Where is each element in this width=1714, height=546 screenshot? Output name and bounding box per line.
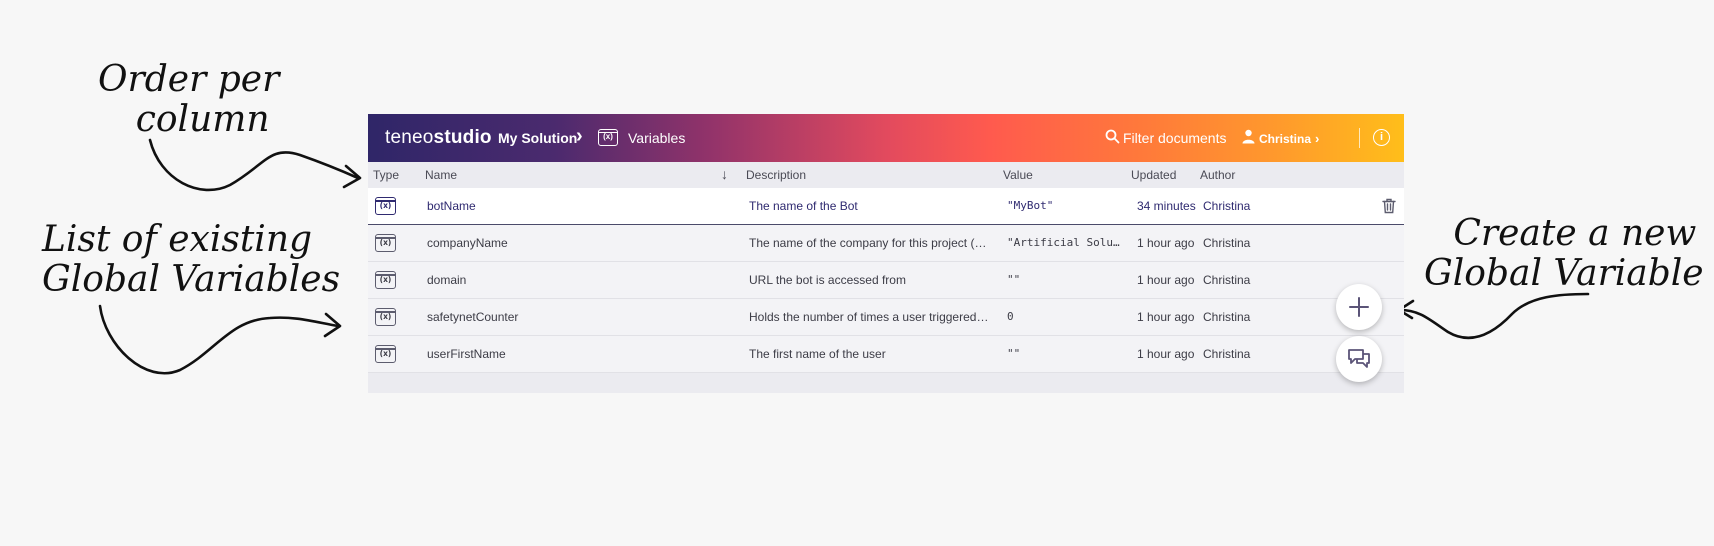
- row-description: Holds the number of times a user trigger…: [749, 310, 989, 324]
- row-name: companyName: [427, 236, 508, 250]
- column-author[interactable]: Author: [1200, 168, 1235, 182]
- sort-arrow-icon[interactable]: ↓: [721, 166, 728, 182]
- arrow-order: [148, 138, 360, 192]
- row-description: The name of the Bot: [749, 199, 858, 213]
- variable-icon: (x): [375, 308, 396, 326]
- row-description: URL the bot is accessed from: [749, 273, 906, 287]
- row-author: Christina: [1203, 236, 1251, 250]
- row-value: "": [1007, 273, 1021, 286]
- row-value: "MyBot": [1007, 199, 1054, 212]
- user-icon: [1242, 129, 1255, 144]
- user-menu[interactable]: Christina ›: [1242, 129, 1320, 146]
- row-value: "": [1007, 347, 1021, 360]
- column-value[interactable]: Value: [1003, 168, 1033, 182]
- filter-documents-button[interactable]: Filter documents: [1105, 129, 1227, 146]
- table-row[interactable]: (x) botName The name of the Bot "MyBot" …: [368, 188, 1404, 225]
- row-updated: 1 hour ago: [1137, 273, 1195, 287]
- row-name: domain: [427, 273, 467, 287]
- variable-icon: (x): [375, 197, 396, 215]
- table-row[interactable]: (x) domain URL the bot is accessed from …: [368, 262, 1404, 299]
- column-name[interactable]: Name: [425, 168, 457, 182]
- row-author: Christina: [1203, 310, 1251, 324]
- arrow-list: [98, 304, 340, 375]
- row-name: botName: [427, 199, 476, 213]
- chat-button[interactable]: [1336, 336, 1382, 382]
- row-author: Christina: [1203, 347, 1251, 361]
- chat-icon: [1348, 349, 1370, 368]
- row-author: Christina: [1203, 199, 1251, 213]
- row-updated: 1 hour ago: [1137, 347, 1195, 361]
- chevron-right-icon: ›: [1315, 131, 1320, 146]
- row-updated: 34 minutes: [1137, 199, 1196, 213]
- filter-documents-label: Filter documents: [1123, 130, 1227, 146]
- row-updated: 1 hour ago: [1137, 236, 1195, 250]
- variable-icon: (x): [375, 271, 396, 289]
- column-updated[interactable]: Updated: [1131, 168, 1176, 182]
- row-value: "Artificial Solut...: [1007, 236, 1125, 249]
- arrow-create: [1398, 292, 1590, 340]
- app-window: teneostudio My Solution › (x) Variables …: [368, 114, 1404, 393]
- brand-light: teneo: [385, 127, 434, 148]
- row-updated: 1 hour ago: [1137, 310, 1195, 324]
- header-divider: [1359, 128, 1360, 148]
- table-row[interactable]: (x) userFirstName The first name of the …: [368, 336, 1404, 373]
- breadcrumb-page: Variables: [628, 130, 686, 146]
- plus-icon: [1349, 297, 1369, 317]
- variable-icon: (x): [375, 234, 396, 252]
- row-description: The first name of the user: [749, 347, 886, 361]
- row-name: safetynetCounter: [427, 310, 519, 324]
- table-row[interactable]: (x) safetynetCounter Holds the number of…: [368, 299, 1404, 336]
- add-variable-button[interactable]: [1336, 284, 1382, 330]
- brand-logo[interactable]: teneostudio: [385, 127, 492, 149]
- info-icon[interactable]: i: [1373, 129, 1390, 146]
- user-name: Christina: [1259, 132, 1312, 146]
- table-row[interactable]: (x) companyName The name of the company …: [368, 225, 1404, 262]
- variable-icon: (x): [598, 129, 618, 146]
- table-header: Type Name ↓ Description Value Updated Au…: [368, 162, 1404, 188]
- column-description[interactable]: Description: [746, 168, 806, 182]
- search-icon: [1105, 129, 1120, 144]
- row-author: Christina: [1203, 273, 1251, 287]
- top-bar: teneostudio My Solution › (x) Variables …: [368, 114, 1404, 162]
- brand-bold: studio: [433, 127, 492, 148]
- breadcrumb-solution[interactable]: My Solution: [498, 130, 577, 146]
- row-value: 0: [1007, 310, 1014, 323]
- trash-icon[interactable]: [1382, 198, 1396, 214]
- row-name: userFirstName: [427, 347, 506, 361]
- variable-icon: (x): [375, 345, 396, 363]
- breadcrumb-chevron-icon: ›: [576, 125, 583, 147]
- row-description: The name of the company for this project…: [749, 236, 989, 250]
- column-type[interactable]: Type: [373, 168, 399, 182]
